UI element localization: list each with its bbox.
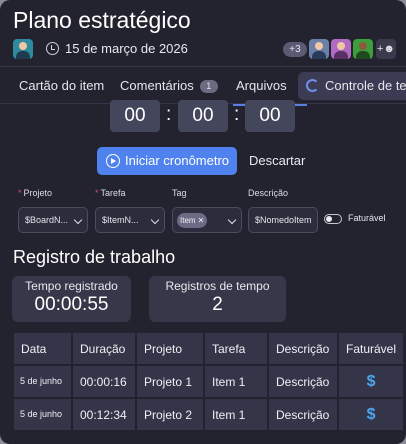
play-icon (106, 154, 120, 168)
description-value: $NomedoItem (255, 215, 312, 225)
tab-bar: Cartão do item Comentários 1 Arquivos Con… (0, 66, 406, 104)
project-cell: Projeto 2 (137, 399, 203, 430)
meta-row: 15 de março de 2026 +3 +☻ (13, 39, 396, 59)
task-cell: Item 1 (205, 366, 267, 397)
seconds-input[interactable]: 00 (245, 100, 295, 132)
tab-comments[interactable]: Comentários 1 (120, 67, 218, 104)
clock-icon (46, 42, 59, 55)
minutes-input[interactable]: 00 (178, 100, 228, 132)
page-title: Plano estratégico (13, 7, 191, 33)
colon-separator: : (166, 104, 172, 125)
project-cell: Projeto 1 (137, 366, 203, 397)
time-tracking-panel: Plano estratégico 15 de março de 2026 +3… (0, 0, 406, 444)
owner-avatar[interactable] (13, 39, 33, 59)
billable-label: Faturável (348, 213, 386, 223)
tab-label: Arquivos (236, 78, 287, 93)
tab-label: Cartão do item (19, 78, 105, 93)
column-header[interactable]: Data (14, 333, 71, 364)
extra-members-badge[interactable]: +3 (283, 42, 307, 57)
description-input[interactable]: $NomedoItem (248, 207, 318, 233)
stat-label: Registros de tempo (165, 279, 270, 293)
description-cell: Descrição (269, 366, 337, 397)
table-row[interactable]: 5 de junho 00:12:34 Projeto 2 Item 1 Des… (14, 399, 404, 430)
tag-chip[interactable]: Item ✕ (177, 213, 208, 228)
duration-cell: 00:12:34 (73, 399, 135, 430)
hours-input[interactable]: 00 (110, 100, 160, 132)
comment-count-badge: 1 (199, 80, 218, 93)
tab-item-card[interactable]: Cartão do item (19, 67, 104, 104)
tag-label: Tag (172, 188, 187, 198)
time-logged-card: Tempo registrado 00:00:55 (12, 276, 131, 322)
date-cell: 5 de junho (14, 366, 71, 397)
tab-files[interactable]: Arquivos (236, 67, 287, 104)
table-row[interactable]: 5 de junho 00:00:16 Projeto 1 Item 1 Des… (14, 366, 404, 397)
chevron-down-icon (150, 215, 160, 225)
member-avatar[interactable] (353, 39, 373, 59)
member-avatar[interactable] (309, 39, 329, 59)
task-select[interactable]: $ItemN... (95, 207, 165, 233)
billable-dollar-icon[interactable]: $ (339, 399, 404, 430)
add-user-icon[interactable]: +☻ (376, 39, 396, 59)
timer-icon (306, 79, 319, 92)
date-cell: 5 de junho (14, 399, 71, 430)
stat-label: Tempo registrado (25, 279, 118, 293)
chevron-down-icon (73, 215, 83, 225)
due-date[interactable]: 15 de março de 2026 (65, 41, 188, 56)
column-header[interactable]: Faturável (339, 333, 404, 364)
project-label: * Projeto (18, 188, 53, 198)
start-timer-label: Iniciar cronômetro (125, 153, 230, 168)
description-cell: Descrição (269, 399, 337, 430)
member-avatar[interactable] (331, 39, 351, 59)
table-header-row: Data Duração Projeto Tarefa Descrição Fa… (14, 333, 404, 364)
duration-cell: 00:00:16 (73, 366, 135, 397)
start-timer-button[interactable]: Iniciar cronômetro (97, 147, 237, 175)
tab-time-tracking[interactable]: Controle de tempo (298, 72, 406, 100)
project-value: $BoardN... (25, 215, 69, 225)
close-icon: ✕ (197, 216, 205, 225)
project-select[interactable]: $BoardN... (18, 207, 88, 233)
billable-toggle[interactable] (324, 214, 342, 224)
column-header[interactable]: Projeto (137, 333, 203, 364)
description-label: Descrição (248, 188, 289, 198)
tab-label: Comentários (120, 78, 194, 93)
column-header[interactable]: Duração (73, 333, 135, 364)
column-header[interactable]: Tarefa (205, 333, 267, 364)
tab-label: Controle de tempo (325, 78, 406, 93)
task-label: * Tarefa (95, 188, 126, 198)
stat-value: 00:00:55 (34, 294, 109, 315)
stat-value: 2 (212, 294, 223, 315)
discard-button[interactable]: Descartar (249, 147, 305, 175)
colon-separator: : (234, 104, 240, 125)
task-value: $ItemN... (102, 215, 139, 225)
work-log-table: Data Duração Projeto Tarefa Descrição Fa… (12, 331, 405, 432)
column-header[interactable]: Descrição (269, 333, 337, 364)
chevron-down-icon (227, 215, 237, 225)
billable-dollar-icon[interactable]: $ (339, 366, 404, 397)
task-cell: Item 1 (205, 399, 267, 430)
time-entries-card: Registros de tempo 2 (149, 276, 286, 322)
work-log-title: Registro de trabalho (13, 247, 176, 267)
tag-select[interactable]: Item ✕ (172, 207, 242, 233)
